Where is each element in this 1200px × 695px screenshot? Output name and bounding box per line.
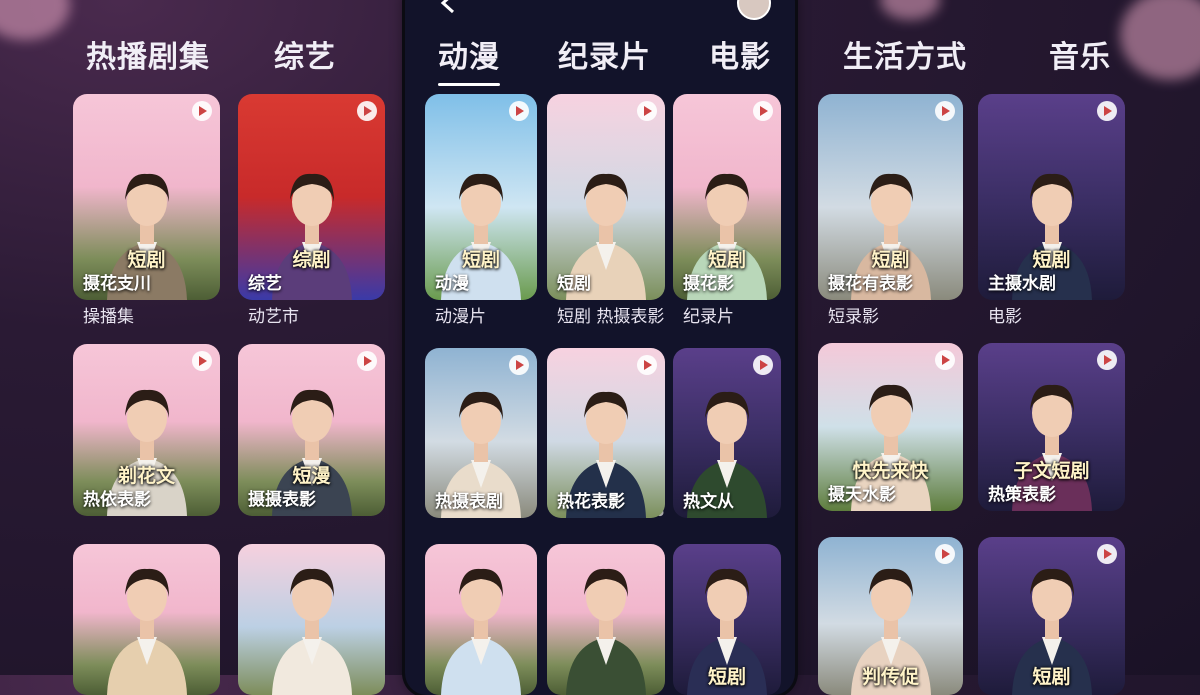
play-icon[interactable] (192, 351, 212, 371)
content-card[interactable] (425, 544, 537, 695)
portrait-figure (271, 568, 352, 695)
play-icon[interactable] (935, 350, 955, 370)
play-icon[interactable] (1097, 544, 1117, 564)
tab-hot-drama[interactable]: 热播剧集 (86, 32, 210, 76)
card-overlay-title: 摄摄表影 (248, 490, 316, 510)
avatar-icon[interactable] (737, 0, 771, 20)
content-card[interactable]: 短剧主摄水剧 (978, 94, 1125, 300)
card-overlay-title: 热文从 (683, 492, 734, 512)
play-icon[interactable] (357, 351, 377, 371)
content-card[interactable]: 热文从 (673, 348, 781, 518)
content-card[interactable] (547, 544, 665, 695)
play-icon[interactable] (753, 355, 773, 375)
content-card[interactable]: 热摄表剧 (425, 348, 537, 518)
content-card[interactable]: 短剧摄花有表影 (818, 94, 963, 300)
play-icon[interactable] (1097, 350, 1117, 370)
content-card[interactable]: 短剧 (673, 544, 781, 695)
play-icon[interactable] (753, 101, 773, 121)
content-card[interactable]: 短剧 (978, 537, 1125, 695)
content-card[interactable]: 子文短剧热策表影 (978, 343, 1125, 511)
content-card[interactable]: 判传促 (818, 537, 963, 695)
play-icon[interactable] (509, 355, 529, 375)
content-card[interactable] (238, 544, 385, 695)
card-caption: 短剧 热摄表影 (557, 307, 665, 327)
card-overlay-title: 热花表影 (557, 492, 625, 512)
content-card[interactable]: 短剧摄花影 (673, 94, 781, 300)
card-caption: 短录影 (828, 307, 879, 327)
content-card[interactable]: 短剧动漫 (425, 94, 537, 300)
card-badge: 短剧 (1032, 666, 1071, 688)
portrait-figure (566, 568, 646, 695)
card-overlay-title: 综艺 (248, 274, 282, 294)
card-badge: 短剧 (1032, 249, 1071, 271)
card-overlay-title: 摄花影 (683, 274, 734, 294)
card-caption: 纪录片 (683, 307, 734, 327)
card-overlay-title: 热依表影 (83, 490, 151, 510)
tab-variety[interactable]: 综艺 (274, 32, 336, 76)
play-icon[interactable] (935, 544, 955, 564)
play-icon[interactable] (637, 101, 657, 121)
tab-anime[interactable]: 动漫 (438, 32, 500, 86)
card-badge: 综剧 (292, 249, 331, 271)
card-caption: 动漫片 (435, 307, 486, 327)
content-card[interactable]: 短剧 (547, 94, 665, 300)
tab-documentary[interactable]: 纪录片 (558, 32, 651, 76)
card-badge: 快先来快 (852, 460, 929, 482)
card-badge: 短剧 (707, 666, 747, 688)
content-card[interactable]: 综剧 综艺 (238, 94, 385, 300)
card-overlay-title: 主摄水剧 (988, 274, 1056, 294)
portrait-figure (441, 568, 521, 695)
card-overlay-title: 摄花有表影 (828, 274, 913, 294)
play-icon[interactable] (357, 101, 377, 121)
card-caption: 操播集 (83, 307, 134, 327)
left-tab-bar: 热播剧集 综艺 (86, 32, 336, 76)
card-badge: 短剧 (707, 249, 747, 271)
play-icon[interactable] (1097, 101, 1117, 121)
card-badge: 短剧 (127, 249, 166, 271)
content-card[interactable]: 短剧摄花支川 (73, 94, 220, 300)
card-badge: 子文短剧 (1013, 460, 1090, 482)
card-overlay-title: 热策表影 (988, 485, 1056, 505)
right-tab-bar: 生活方式 音乐 (843, 32, 1111, 76)
middle-tab-bar: 动漫 纪录片 电影 (438, 32, 771, 86)
play-icon[interactable] (637, 355, 657, 375)
card-badge: 短漫 (292, 465, 331, 487)
tab-music[interactable]: 音乐 (1049, 32, 1111, 76)
card-badge: 判传促 (861, 666, 920, 688)
content-card[interactable]: 热花表影 (547, 348, 665, 518)
content-card[interactable]: 快先来快摄天水影 (818, 343, 963, 511)
card-badge: 短剧 (871, 249, 910, 271)
card-overlay-title: 摄花支川 (83, 274, 151, 294)
back-arrow-icon[interactable] (435, 0, 461, 16)
play-icon[interactable] (509, 101, 529, 121)
card-overlay-title: 动漫 (435, 274, 469, 294)
card-overlay-title: 热摄表剧 (435, 492, 503, 512)
card-caption: 动艺市 (248, 307, 299, 327)
card-mid-text: 剃花文 (117, 465, 176, 487)
card-caption: 电影 (988, 307, 1022, 327)
play-icon[interactable] (192, 101, 212, 121)
tab-lifestyle[interactable]: 生活方式 (843, 32, 967, 76)
play-icon[interactable] (935, 101, 955, 121)
card-overlay-title: 摄天水影 (828, 485, 896, 505)
tab-movie[interactable]: 电影 (709, 32, 771, 76)
content-card[interactable]: 剃花文热依表影 (73, 344, 220, 516)
card-overlay-title: 短剧 (557, 274, 591, 294)
portrait-figure (106, 568, 187, 695)
content-card[interactable]: 短漫摄摄表影 (238, 344, 385, 516)
card-badge: 短剧 (461, 249, 501, 271)
content-card[interactable] (73, 544, 220, 695)
